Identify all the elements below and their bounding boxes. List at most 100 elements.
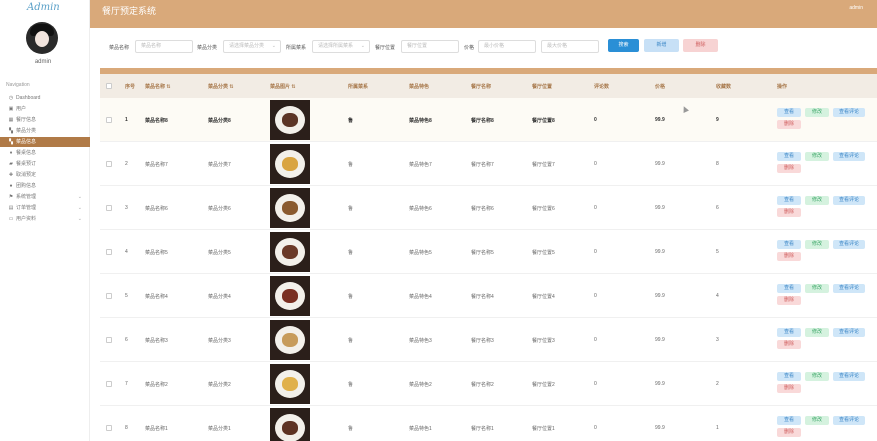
cell-no: 1 <box>125 117 128 123</box>
view-comments-button[interactable]: 查看评论 <box>833 152 865 161</box>
col-feature: 菜品特色 <box>409 84 430 90</box>
row-checkbox[interactable] <box>106 161 112 167</box>
view-button[interactable]: 查看 <box>777 196 801 205</box>
delete-row-button[interactable]: 删除 <box>777 340 801 349</box>
sidebar-item[interactable]: ▣ 用户 <box>0 104 90 114</box>
view-button[interactable]: 查看 <box>777 108 801 117</box>
edit-button[interactable]: 修改 <box>805 240 829 249</box>
view-button[interactable]: 查看 <box>777 328 801 337</box>
cell-price: 99.9 <box>655 425 665 431</box>
view-button[interactable]: 查看 <box>777 240 801 249</box>
restaurant-select[interactable]: 请选择所属菜系 ⌄ <box>312 40 370 53</box>
row-checkbox[interactable] <box>106 381 112 387</box>
delete-row-button[interactable]: 删除 <box>777 208 801 217</box>
cell-category: 菜品分类4 <box>208 294 231 300</box>
cell-comments: 0 <box>594 249 597 255</box>
edit-button[interactable]: 修改 <box>805 284 829 293</box>
cell-no: 2 <box>125 161 128 167</box>
row-checkbox[interactable] <box>106 205 112 211</box>
cell-feature: 菜品特色8 <box>409 118 432 124</box>
col-category[interactable]: 菜品分类 ⇅ <box>208 83 234 90</box>
view-comments-button[interactable]: 查看评论 <box>833 328 865 337</box>
sidebar-item[interactable]: ▦ 餐厅信息 <box>0 115 90 125</box>
cell-location: 餐厅位置7 <box>532 162 555 168</box>
sidebar-item[interactable]: ▚ 菜品分类 <box>0 126 90 136</box>
table-row: 2 菜品名称7 菜品分类7 鲁 菜品特色7 餐厅名称7 餐厅位置7 0 99.9 8 查看 修改 查看评… <box>100 142 877 186</box>
sidebar-item[interactable]: ▰ 餐桌预订 <box>0 159 90 169</box>
dish-image[interactable] <box>270 320 310 360</box>
search-button[interactable]: 搜索 <box>608 39 639 52</box>
cell-cuisine: 鲁 <box>348 250 354 256</box>
row-checkbox[interactable] <box>106 249 112 255</box>
row-checkbox[interactable] <box>106 117 112 123</box>
dish-name-input[interactable]: 菜品名称 <box>135 40 193 53</box>
view-button[interactable]: 查看 <box>777 416 801 425</box>
table-row: 7 菜品名称2 菜品分类2 鲁 菜品特色2 餐厅名称2 餐厅位置2 0 99.9 2 查看 修改 查看评… <box>100 362 877 406</box>
sidebar-username: admin <box>34 59 52 65</box>
dish-image[interactable] <box>270 232 310 272</box>
select-all-checkbox[interactable] <box>106 83 112 89</box>
delete-row-button[interactable]: 删除 <box>777 252 801 261</box>
sidebar-item[interactable]: ▚ 菜品信息 <box>0 137 90 147</box>
dish-icon: ▚ <box>9 139 13 145</box>
cell-location: 餐厅位置3 <box>532 338 555 344</box>
edit-button[interactable]: 修改 <box>805 196 829 205</box>
add-button[interactable]: 新增 <box>644 39 679 52</box>
sidebar-item[interactable]: ● 团购信息 <box>0 181 90 191</box>
cell-restaurant: 餐厅名称4 <box>471 294 494 300</box>
location-input[interactable]: 餐厅位置 <box>401 40 459 53</box>
view-comments-button[interactable]: 查看评论 <box>833 284 865 293</box>
dish-image[interactable] <box>270 276 310 316</box>
dish-image[interactable] <box>270 408 310 441</box>
sidebar-item[interactable]: ▭ 用户资料 ⌄ <box>0 214 90 224</box>
cell-no: 8 <box>125 425 128 431</box>
cell-no: 6 <box>125 337 128 343</box>
view-button[interactable]: 查看 <box>777 372 801 381</box>
avatar[interactable] <box>26 22 58 54</box>
delete-row-button[interactable]: 删除 <box>777 428 801 437</box>
dish-image[interactable] <box>270 188 310 228</box>
category-label: 菜品分类 <box>197 45 218 51</box>
view-comments-button[interactable]: 查看评论 <box>833 108 865 117</box>
edit-button[interactable]: 修改 <box>805 108 829 117</box>
edit-button[interactable]: 修改 <box>805 152 829 161</box>
sidebar-item[interactable]: ◷ Dashboard <box>0 93 90 103</box>
table-row: 8 菜品名称1 菜品分类1 鲁 菜品特色1 餐厅名称1 餐厅位置1 0 99.9 1 查看 修改 查看评… <box>100 406 877 441</box>
delete-row-button[interactable]: 删除 <box>777 296 801 305</box>
view-comments-button[interactable]: 查看评论 <box>833 196 865 205</box>
table-row: 1 菜品名称8 菜品分类8 鲁 菜品特色8 餐厅名称8 餐厅位置8 0 99.9 9 查看 修改 查看评… <box>100 98 877 142</box>
sidebar-item-label: 用户资料 <box>16 216 37 222</box>
col-image[interactable]: 菜品图片 ⇅ <box>270 83 296 90</box>
delete-row-button[interactable]: 删除 <box>777 120 801 129</box>
delete-button[interactable]: 删除 <box>683 39 718 52</box>
edit-button[interactable]: 修改 <box>805 372 829 381</box>
price-max-input[interactable]: 最大价格 <box>541 40 599 53</box>
edit-button[interactable]: 修改 <box>805 328 829 337</box>
view-comments-button[interactable]: 查看评论 <box>833 416 865 425</box>
delete-row-button[interactable]: 删除 <box>777 384 801 393</box>
view-comments-button[interactable]: 查看评论 <box>833 372 865 381</box>
delete-row-button[interactable]: 删除 <box>777 164 801 173</box>
current-user[interactable]: admin <box>849 5 863 11</box>
row-checkbox[interactable] <box>106 425 112 431</box>
dish-image[interactable] <box>270 144 310 184</box>
cell-no: 7 <box>125 381 128 387</box>
sidebar-item[interactable]: ▤ 订单管理 ⌄ <box>0 203 90 213</box>
dish-image[interactable] <box>270 100 310 140</box>
row-checkbox[interactable] <box>106 337 112 343</box>
sidebar-item[interactable]: ♦ 餐桌信息 <box>0 148 90 158</box>
row-checkbox[interactable] <box>106 293 112 299</box>
view-button[interactable]: 查看 <box>777 284 801 293</box>
sidebar-item[interactable]: ✚ 取消预定 <box>0 170 90 180</box>
view-comments-button[interactable]: 查看评论 <box>833 240 865 249</box>
view-button[interactable]: 查看 <box>777 152 801 161</box>
dish-image[interactable] <box>270 364 310 404</box>
cell-cuisine: 鲁 <box>348 206 354 212</box>
price-min-input[interactable]: 最小价格 <box>478 40 536 53</box>
sidebar-item[interactable]: ⚑ 系统管理 ⌄ <box>0 192 90 202</box>
edit-button[interactable]: 修改 <box>805 416 829 425</box>
category-icon: ▚ <box>9 128 13 134</box>
category-select[interactable]: 请选择菜品分类 ⌄ <box>223 40 281 53</box>
booking-icon: ▰ <box>9 161 13 167</box>
col-name[interactable]: 菜品名称 ⇅ <box>145 83 171 90</box>
